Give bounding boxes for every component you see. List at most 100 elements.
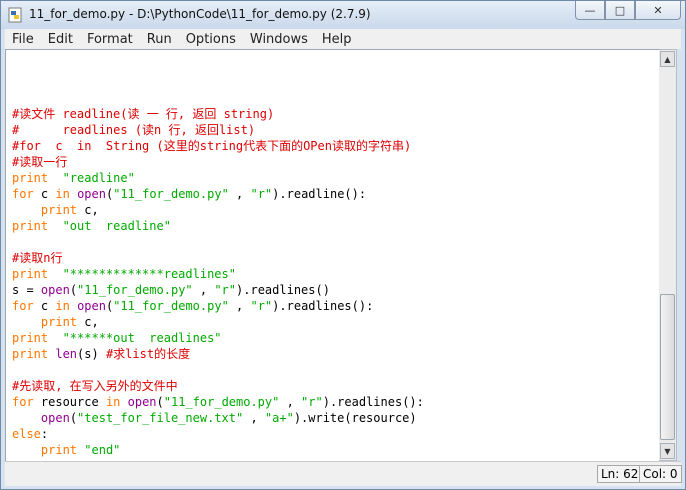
code-line[interactable]: print c, bbox=[12, 314, 424, 330]
code-token: ).write(resource) bbox=[293, 411, 417, 425]
code-token: "end" bbox=[84, 443, 121, 457]
maximize-button[interactable]: □ bbox=[605, 1, 635, 20]
code-token: : bbox=[40, 427, 49, 441]
code-line[interactable]: for c in open("11_for_demo.py" , "r").re… bbox=[12, 186, 424, 202]
menu-edit[interactable]: Edit bbox=[41, 32, 80, 47]
menu-options[interactable]: Options bbox=[179, 32, 243, 47]
code-line[interactable]: s = open("11_for_demo.py" , "r").readlin… bbox=[12, 282, 424, 298]
code-token: ( bbox=[69, 411, 78, 425]
code-token: , bbox=[192, 283, 215, 297]
code-token: , bbox=[279, 395, 302, 409]
code-token: print bbox=[12, 267, 49, 281]
code-token: c bbox=[33, 187, 56, 201]
code-line[interactable] bbox=[12, 234, 424, 250]
code-token: ).readlines() bbox=[236, 283, 330, 297]
window-controls: — □ ✕ bbox=[575, 1, 681, 20]
code-line[interactable]: #读取一行 bbox=[12, 154, 424, 170]
scrollbar-thumb[interactable] bbox=[660, 294, 675, 440]
code-token: , bbox=[228, 299, 251, 313]
code-line[interactable]: open("test_for_file_new.txt" , "a+").wri… bbox=[12, 410, 424, 426]
window-title: 11_for_demo.py - D:\PythonCode\11_for_de… bbox=[29, 7, 371, 21]
code-token: # readlines (读n 行, 返回list) bbox=[12, 123, 256, 137]
code-line[interactable]: #读文件 readline(读 一 行, 返回 string) bbox=[12, 106, 424, 122]
code-token: print bbox=[12, 347, 49, 361]
code-token: "******out readlines" bbox=[62, 331, 222, 345]
code-token: print bbox=[12, 219, 49, 233]
code-line[interactable]: for c in open("11_for_demo.py" , "r").re… bbox=[12, 298, 424, 314]
menu-format[interactable]: Format bbox=[80, 32, 140, 47]
code-editor[interactable]: #读文件 readline(读 一 行, 返回 string) # readlin… bbox=[5, 49, 661, 463]
menu-windows[interactable]: Windows bbox=[243, 32, 315, 47]
code-token: "r" bbox=[250, 299, 273, 313]
code-token: for bbox=[12, 299, 34, 313]
code-line[interactable]: #读取n行 bbox=[12, 250, 424, 266]
code-line[interactable]: # readlines (读n 行, 返回list) bbox=[12, 122, 424, 138]
code-token: c, bbox=[77, 203, 99, 217]
vertical-scrollbar[interactable]: ▲ ▼ bbox=[659, 49, 677, 461]
code-text[interactable]: #读文件 readline(读 一 行, 返回 string) # readlin… bbox=[12, 106, 424, 458]
code-token: in bbox=[55, 187, 70, 201]
code-line[interactable]: print c, bbox=[12, 202, 424, 218]
code-token: else bbox=[12, 427, 41, 441]
code-token: "a+" bbox=[264, 411, 294, 425]
code-token: "11_for_demo.py" bbox=[113, 187, 229, 201]
code-token: in bbox=[105, 395, 121, 409]
code-token: "11_for_demo.py" bbox=[77, 283, 193, 297]
code-line[interactable]: print "******out readlines" bbox=[12, 330, 424, 346]
code-token: in bbox=[55, 299, 70, 313]
code-token: "r" bbox=[214, 283, 237, 297]
code-line[interactable]: print "end" bbox=[12, 442, 424, 458]
code-token: "out readline" bbox=[62, 219, 171, 233]
code-line[interactable]: else: bbox=[12, 426, 424, 442]
code-line[interactable]: print "readline" bbox=[12, 170, 424, 186]
minimize-button[interactable]: — bbox=[575, 1, 605, 20]
code-token: "readline" bbox=[62, 171, 135, 185]
scroll-up-arrow-icon[interactable]: ▲ bbox=[660, 51, 675, 67]
code-token: for bbox=[12, 187, 34, 201]
code-token: open bbox=[127, 395, 157, 409]
code-line[interactable]: print "out readline" bbox=[12, 218, 424, 234]
python-file-icon bbox=[8, 7, 22, 23]
code-token: print bbox=[40, 203, 78, 217]
code-token: #读取n行 bbox=[12, 251, 63, 265]
menu-help[interactable]: Help bbox=[315, 32, 359, 47]
code-line[interactable]: for resource in open("11_for_demo.py" , … bbox=[12, 394, 424, 410]
menu-run[interactable]: Run bbox=[140, 32, 179, 47]
code-token: c bbox=[33, 299, 56, 313]
column-number-status: Col: 0 bbox=[639, 465, 682, 483]
menu-file[interactable]: File bbox=[5, 32, 41, 47]
title-bar[interactable]: 11_for_demo.py - D:\PythonCode\11_for_de… bbox=[1, 1, 685, 29]
line-number-status: Ln: 62 bbox=[597, 465, 643, 483]
code-token: (s) bbox=[77, 347, 106, 361]
code-token: ( bbox=[156, 395, 164, 409]
code-token: "test_for_file_new.txt" bbox=[77, 411, 244, 425]
code-line[interactable] bbox=[12, 362, 424, 378]
idle-editor-window: 11_for_demo.py - D:\PythonCode\11_for_de… bbox=[0, 0, 686, 490]
code-line[interactable]: #for c in String (这里的string代表下面的OPen读取的字… bbox=[12, 138, 424, 154]
code-token: print bbox=[40, 315, 78, 329]
code-token: #读取一行 bbox=[12, 155, 68, 169]
code-token: #for c in String (这里的string代表下面的OPen读取的字… bbox=[12, 139, 412, 153]
code-line[interactable]: #先读取, 在写入另外的文件中 bbox=[12, 378, 424, 394]
menu-bar: File Edit Format Run Options Windows Hel… bbox=[5, 29, 681, 49]
code-token: "r" bbox=[301, 395, 323, 409]
close-button[interactable]: ✕ bbox=[635, 1, 681, 20]
code-token: "11_for_demo.py" bbox=[163, 395, 280, 409]
code-token: print bbox=[12, 171, 49, 185]
code-token: open bbox=[77, 299, 106, 313]
code-token: len bbox=[55, 347, 78, 361]
code-token: #先读取, 在写入另外的文件中 bbox=[12, 379, 178, 393]
code-line[interactable]: print "*************readlines" bbox=[12, 266, 424, 282]
code-token: ).readlines(): bbox=[322, 395, 424, 409]
status-bar: Ln: 62 Col: 0 bbox=[5, 461, 682, 486]
code-token: , bbox=[228, 187, 251, 201]
code-line[interactable]: print len(s) #求list的长度 bbox=[12, 346, 424, 362]
scroll-down-arrow-icon[interactable]: ▼ bbox=[660, 443, 675, 459]
